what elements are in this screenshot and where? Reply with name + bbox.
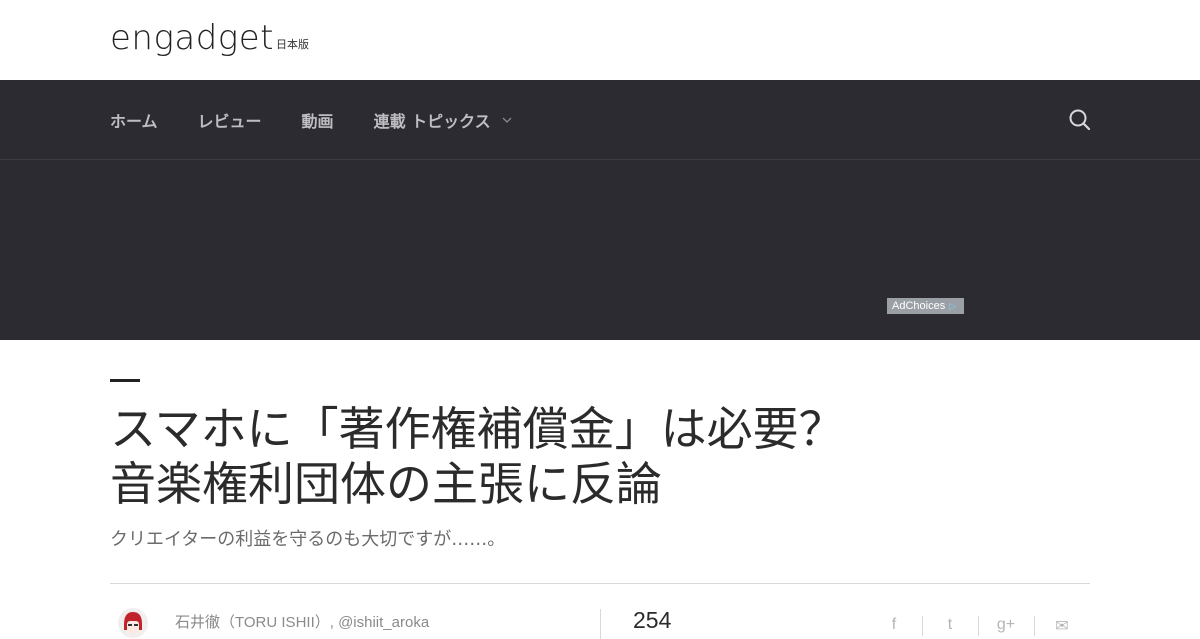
email-share-button[interactable]: ✉ xyxy=(1034,616,1090,636)
email-icon: ✉ xyxy=(1055,618,1069,635)
divider xyxy=(110,583,1090,584)
author-avatar-icon xyxy=(118,608,148,638)
googleplus-icon: g+ xyxy=(996,616,1016,633)
title-accent-dash xyxy=(110,379,140,382)
adchoices-icon: ▷ xyxy=(949,301,957,311)
ad-banner[interactable]: AdChoices ▷ xyxy=(0,160,1200,340)
article-title-line1: スマホに「著作権補償金」は必要？ xyxy=(110,402,845,456)
facebook-icon: f xyxy=(891,616,897,633)
nav-item-video[interactable]: 動画 xyxy=(302,108,334,132)
nav-item-topics-label: 連載 トピックス xyxy=(373,111,491,131)
article-subtitle: クリエイターの利益を守るのも大切ですが……。 xyxy=(110,529,506,550)
adchoices-badge[interactable]: AdChoices ▷ xyxy=(887,298,964,314)
googleplus-share-button[interactable]: g+ xyxy=(978,616,1034,636)
nav-item-home[interactable]: ホーム xyxy=(110,108,158,132)
author-byline[interactable]: 石井徹（TORU ISHII）, @ishiit_aroka xyxy=(175,611,429,632)
meta-divider xyxy=(600,609,601,639)
article-title-line2: 音楽権利団体の主張に反論 xyxy=(110,457,662,511)
search-icon[interactable] xyxy=(1068,108,1092,132)
logo-wordmark: engadget xyxy=(110,18,274,58)
nav-items: ホーム レビュー 動画 連載 トピックス xyxy=(110,80,553,159)
adchoices-label: AdChoices xyxy=(892,300,946,312)
nav-item-topics[interactable]: 連載 トピックス xyxy=(374,108,513,132)
twitter-icon: t xyxy=(947,616,953,633)
main-nav: ホーム レビュー 動画 連載 トピックス xyxy=(0,80,1200,160)
chevron-down-icon xyxy=(502,117,512,123)
article-title: スマホに「著作権補償金」は必要？ 音楽権利団体の主張に反論 xyxy=(110,402,1010,512)
engadget-logo[interactable]: engadget 日本版 xyxy=(110,18,309,58)
top-header: engadget 日本版 xyxy=(0,0,1200,80)
logo-edition: 日本版 xyxy=(275,38,309,51)
facebook-share-button[interactable]: f xyxy=(866,616,922,636)
twitter-share-button[interactable]: t xyxy=(922,616,978,636)
nav-item-review[interactable]: レビュー xyxy=(198,108,262,132)
avatar[interactable] xyxy=(118,608,148,638)
